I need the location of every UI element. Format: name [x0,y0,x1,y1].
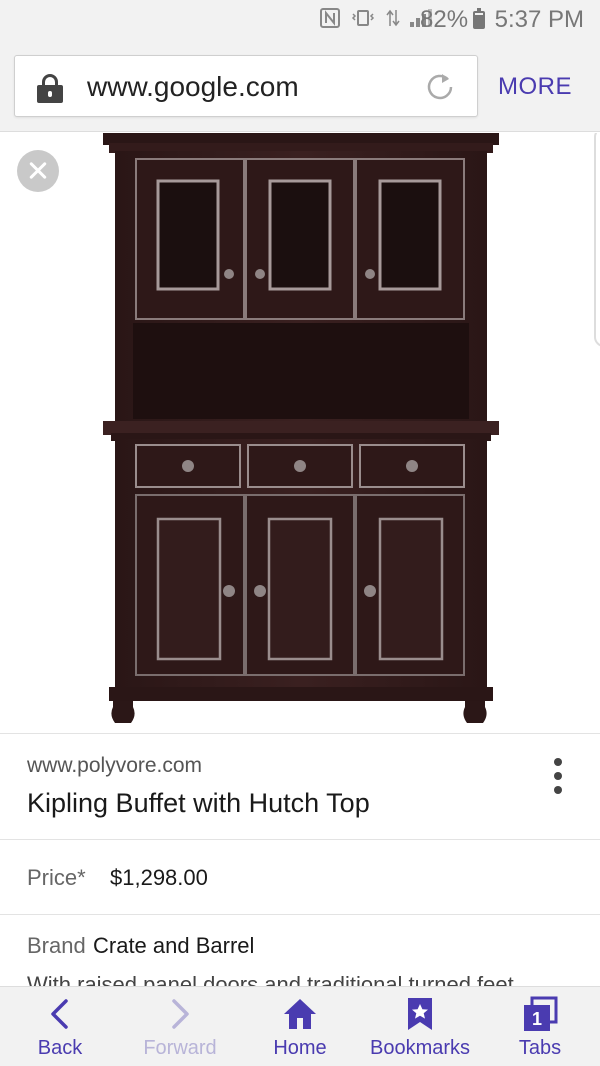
price-value: $1,298.00 [110,865,208,890]
status-bar: 82% 5:37 PM [0,0,600,40]
product-image[interactable] [0,133,600,733]
tabs-count: 1 [532,1009,542,1029]
bookmarks-button[interactable]: Bookmarks [360,987,480,1066]
more-options-icon[interactable] [548,758,568,798]
forward-button[interactable]: Forward [120,987,240,1066]
product-title[interactable]: Kipling Buffet with Hutch Top [27,788,370,819]
product-description: With raised panel doors and traditional … [27,972,514,986]
more-button[interactable]: MORE [498,73,572,101]
home-button[interactable]: Home [240,987,360,1066]
buffet-hutch-image [103,133,499,723]
bottom-navigation: Back Forward Home Bookmarks 1 Tabs [0,986,600,1066]
home-label: Home [273,1037,327,1059]
bookmarks-label: Bookmarks [369,1037,471,1059]
home-icon [284,999,316,1029]
status-icons [320,8,432,28]
url-field[interactable]: www.google.com [14,55,478,117]
close-button[interactable] [17,150,59,192]
back-icon [51,999,68,1029]
tabs-label: Tabs [518,1037,562,1059]
result-panel: www.polyvore.com Kipling Buffet with Hut… [0,133,600,986]
brand-row: Brand Crate and Barrel With raised panel… [0,915,600,986]
back-button[interactable]: Back [0,987,120,1066]
battery-percent: 82% [420,6,469,33]
price-label: Price* [27,865,86,890]
battery-icon [473,8,485,29]
next-result-edge[interactable] [594,133,600,347]
lock-icon [37,74,63,103]
url-text[interactable]: www.google.com [87,71,299,103]
reload-icon[interactable] [423,70,457,104]
forward-label: Forward [143,1037,217,1059]
vibrate-icon [351,10,375,26]
address-bar: www.google.com MORE [0,40,600,132]
brand-value: Crate and Barrel [93,933,255,958]
source-url[interactable]: www.polyvore.com [27,754,202,778]
tabs-icon: 1 [524,996,558,1031]
bookmark-star-icon [408,998,432,1030]
back-label: Back [37,1037,83,1059]
clock: 5:37 PM [494,6,584,33]
brand-label: Brand [27,933,86,958]
nfc-icon [320,8,340,28]
forward-icon [172,999,189,1029]
tabs-button[interactable]: 1 Tabs [480,987,600,1066]
result-header[interactable]: www.polyvore.com Kipling Buffet with Hut… [0,733,600,840]
price-row: Price* $1,298.00 [0,840,600,915]
data-transfer-icon [386,9,400,27]
